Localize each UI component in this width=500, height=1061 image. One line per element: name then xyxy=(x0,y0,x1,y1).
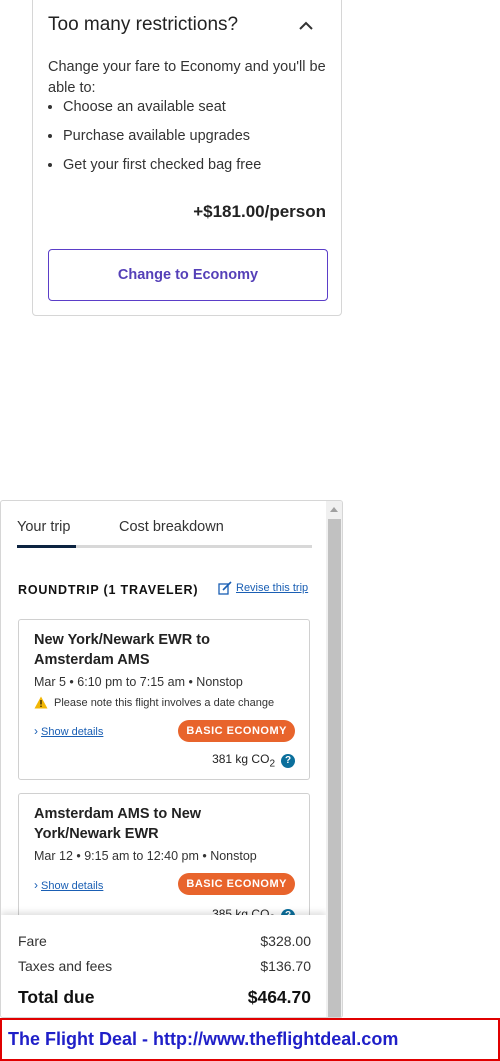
warning-icon xyxy=(34,696,48,709)
flight-route: Amsterdam AMS to New York/Newark EWR xyxy=(34,806,202,842)
taxes-label: Taxes and fees xyxy=(18,958,113,974)
tab-cost-breakdown[interactable]: Cost breakdown xyxy=(119,519,224,535)
watermark-banner: The Flight Deal - http://www.theflightde… xyxy=(0,1018,500,1061)
chevron-right-icon: › xyxy=(34,724,38,738)
fare-row: Fare $328.00 xyxy=(18,933,311,949)
benefit-item: Choose an available seat xyxy=(63,97,261,126)
benefit-item: Purchase available upgrades xyxy=(63,126,261,155)
benefit-item: Get your first checked bag free xyxy=(63,155,261,184)
edit-icon xyxy=(218,581,232,595)
scrollbar-thumb[interactable] xyxy=(328,519,341,1017)
date-change-warning: Please note this flight involves a date … xyxy=(34,696,274,709)
total-value: $464.70 xyxy=(247,987,311,1007)
show-details-link[interactable]: › Show details xyxy=(34,724,103,738)
chevron-up-icon[interactable] xyxy=(296,19,316,33)
chevron-right-icon: › xyxy=(34,878,38,892)
upgrade-price: +$181.00/person xyxy=(193,202,326,221)
upsell-card: Too many restrictions? Change your fare … xyxy=(32,0,342,316)
co2-emissions: 381 kg CO2 ? xyxy=(212,752,295,769)
warning-text: Please note this flight involves a date … xyxy=(54,696,275,709)
trip-type-heading: ROUNDTRIP (1 TRAVELER) xyxy=(18,583,199,597)
upsell-description: Change your fare to Economy and you'll b… xyxy=(48,59,326,96)
help-icon[interactable]: ? xyxy=(281,753,295,768)
change-to-economy-button[interactable]: Change to Economy xyxy=(48,249,328,301)
fare-class-badge: BASIC ECONOMY xyxy=(178,720,295,742)
revise-trip-link[interactable]: Revise this trip xyxy=(218,581,308,595)
co2-subscript: 2 xyxy=(269,758,275,770)
upsell-title: Too many restrictions? xyxy=(48,14,239,35)
flight-card-outbound: New York/Newark EWR to Amsterdam AMS Mar… xyxy=(18,619,310,780)
trip-summary-panel: Your trip Cost breakdown ROUNDTRIP (1 TR… xyxy=(0,500,343,1018)
flight-times: Mar 12 • 9:15 am to 12:40 pm • Nonstop xyxy=(34,849,257,863)
taxes-row: Taxes and fees $136.70 xyxy=(18,958,311,974)
taxes-value: $136.70 xyxy=(260,958,311,974)
scroll-up-arrow-icon[interactable] xyxy=(330,507,338,512)
flight-route: New York/Newark EWR to Amsterdam AMS xyxy=(34,632,210,668)
co2-value: 381 kg CO xyxy=(212,752,270,766)
fare-class-badge: BASIC ECONOMY xyxy=(178,873,295,895)
fare-label: Fare xyxy=(18,933,47,949)
show-details-link[interactable]: › Show details xyxy=(34,878,103,892)
price-summary: Fare $328.00 Taxes and fees $136.70 Tota… xyxy=(1,915,326,1017)
benefit-list: Choose an available seat Purchase availa… xyxy=(48,97,261,184)
flight-card-return: Amsterdam AMS to New York/Newark EWR Mar… xyxy=(18,793,310,933)
tab-your-trip[interactable]: Your trip xyxy=(17,519,70,535)
total-row: Total due $464.70 xyxy=(18,987,311,1008)
flight-times: Mar 5 • 6:10 pm to 7:15 am • Nonstop xyxy=(34,675,243,689)
tab-indicator xyxy=(17,545,312,548)
total-label: Total due xyxy=(18,987,95,1007)
fare-value: $328.00 xyxy=(260,933,311,949)
revise-trip-label: Revise this trip xyxy=(236,582,309,594)
